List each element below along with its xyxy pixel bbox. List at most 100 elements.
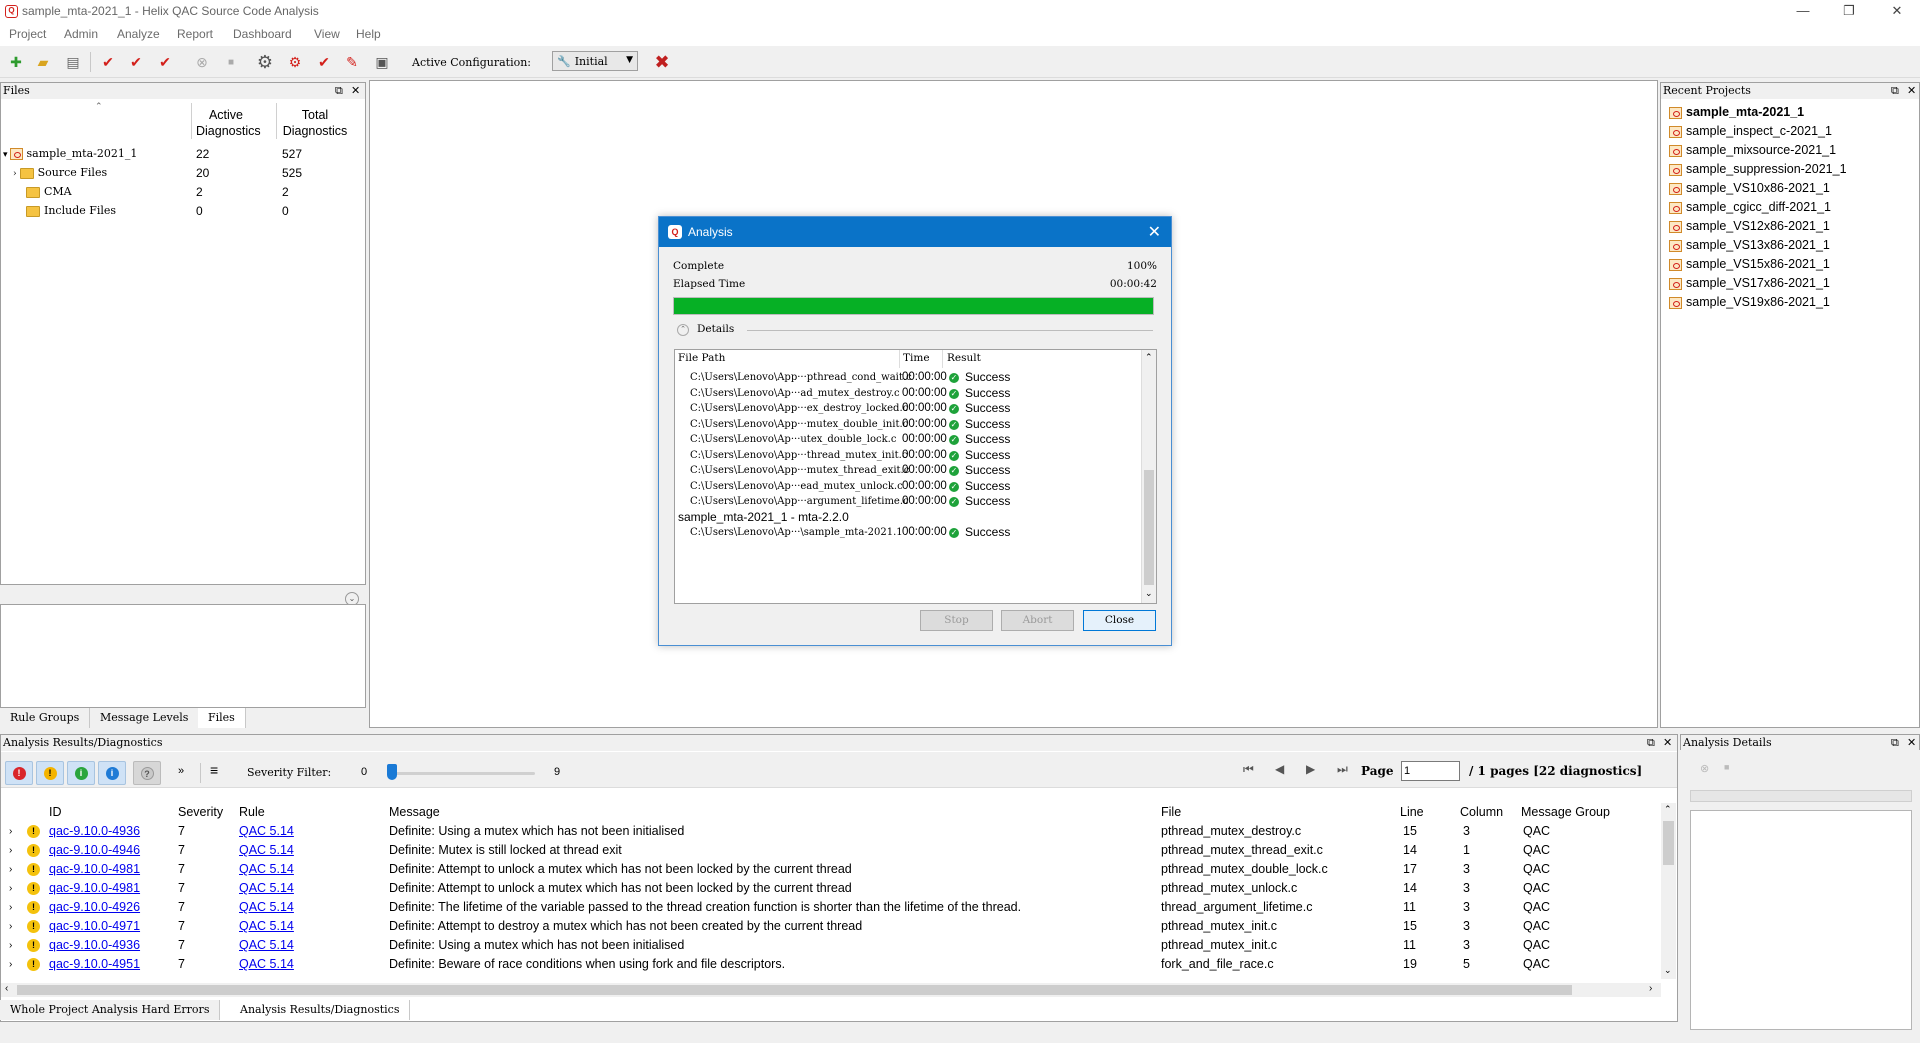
row-rule-link[interactable]: QAC 5.14: [239, 917, 294, 936]
monitor-icon[interactable]: ▣: [372, 52, 392, 72]
row-rule-link[interactable]: QAC 5.14: [239, 955, 294, 974]
recent-project-item[interactable]: sample_VS12x86-2021_1: [1669, 217, 1830, 236]
row-rule-link[interactable]: QAC 5.14: [239, 860, 294, 879]
scroll-down-icon[interactable]: ⌄: [1145, 588, 1153, 599]
filter-info-green-button[interactable]: i: [67, 761, 95, 785]
list-menu-icon[interactable]: ≡: [210, 762, 218, 778]
stop-button[interactable]: Stop: [920, 610, 993, 631]
expand-right-icon[interactable]: ›: [9, 879, 12, 898]
close-icon[interactable]: ✕: [1907, 83, 1916, 99]
filter-unknown-button[interactable]: ?: [133, 761, 161, 785]
col-time[interactable]: Time: [903, 352, 930, 364]
menu-analyze[interactable]: Analyze: [117, 27, 160, 41]
recent-project-item[interactable]: sample_VS17x86-2021_1: [1669, 274, 1830, 293]
float-icon[interactable]: ⧉: [335, 83, 343, 99]
tab-hard-errors[interactable]: Whole Project Analysis Hard Errors: [0, 1000, 221, 1020]
tree-row-project[interactable]: ▾ sample_mta-2021_1 22 527: [3, 145, 363, 163]
row-rule-link[interactable]: QAC 5.14: [239, 936, 294, 955]
stop-icon[interactable]: ■: [221, 52, 241, 72]
last-page-icon[interactable]: ⏭: [1337, 762, 1348, 777]
rule-config-icon[interactable]: ✔: [314, 52, 334, 72]
recent-project-item[interactable]: sample_inspect_c-2021_1: [1669, 122, 1832, 141]
col-line[interactable]: Line: [1400, 803, 1424, 822]
filter-warning-button[interactable]: !: [36, 761, 64, 785]
col-rule[interactable]: Rule: [239, 803, 265, 822]
scrollbar-thumb[interactable]: [1144, 470, 1154, 585]
expand-right-icon[interactable]: ›: [9, 917, 12, 936]
expand-right-icon[interactable]: ›: [9, 936, 12, 955]
float-icon[interactable]: ⧉: [1647, 735, 1655, 751]
component-icon[interactable]: ✎: [342, 52, 362, 72]
cancel-icon[interactable]: ⊗: [192, 52, 212, 72]
col-file[interactable]: File: [1161, 803, 1181, 822]
col-message-group[interactable]: Message Group: [1521, 803, 1610, 822]
menu-admin[interactable]: Admin: [64, 27, 98, 41]
expand-right-icon[interactable]: ›: [9, 860, 12, 879]
scroll-down-icon[interactable]: ⌄: [1664, 965, 1672, 976]
row-rule-link[interactable]: QAC 5.14: [239, 822, 294, 841]
abort-button[interactable]: Abort: [1001, 610, 1074, 631]
col-file-path[interactable]: File Path: [678, 352, 725, 364]
float-icon[interactable]: ⧉: [1891, 83, 1899, 99]
expand-right-icon[interactable]: ›: [9, 955, 12, 974]
tab-files[interactable]: Files: [198, 708, 246, 728]
menu-help[interactable]: Help: [356, 27, 381, 41]
minimize-button[interactable]: —: [1780, 0, 1826, 24]
expand-right-icon[interactable]: ›: [9, 822, 12, 841]
row-id-link[interactable]: qac-9.10.0-4946: [49, 841, 140, 860]
prev-page-icon[interactable]: ◀: [1275, 762, 1284, 776]
table-row[interactable]: ›! qac-9.10.0-4971 7 QAC 5.14 Definite: Atte…: [1, 917, 1661, 936]
recent-project-item[interactable]: sample_VS13x86-2021_1: [1669, 236, 1830, 255]
scrollbar-thumb[interactable]: [1663, 821, 1674, 865]
expand-down-icon[interactable]: ▾: [3, 150, 8, 160]
table-row[interactable]: ›! qac-9.10.0-4981 7 QAC 5.14 Definite: Atte…: [1, 879, 1661, 898]
col-id[interactable]: ID: [49, 803, 62, 822]
cancel-icon[interactable]: ⊗: [1700, 762, 1709, 775]
row-id-link[interactable]: qac-9.10.0-4981: [49, 879, 140, 898]
table-row[interactable]: ›! qac-9.10.0-4926 7 QAC 5.14 Definite: The …: [1, 898, 1661, 917]
open-project-icon[interactable]: ▰: [33, 52, 53, 72]
details-row[interactable]: C:\Users\Lenovo\Ap···\sample_mta-2021.1 0…: [675, 523, 1141, 542]
slider-handle[interactable]: [387, 764, 397, 780]
table-row[interactable]: ›! qac-9.10.0-4981 7 QAC 5.14 Definite: Atte…: [1, 860, 1661, 879]
recent-project-item[interactable]: sample_VS10x86-2021_1: [1669, 179, 1830, 198]
scroll-right-icon[interactable]: ›: [1649, 983, 1652, 994]
col-column[interactable]: Column: [1460, 803, 1503, 822]
tab-analysis-results[interactable]: Analysis Results/Diagnostics: [230, 1000, 411, 1020]
recent-project-item[interactable]: sample_mta-2021_1: [1669, 103, 1804, 122]
row-rule-link[interactable]: QAC 5.14: [239, 841, 294, 860]
details-toggle-icon[interactable]: ⌃: [677, 324, 689, 336]
tools-icon[interactable]: ✖: [652, 52, 672, 72]
tab-message-levels[interactable]: Message Levels: [90, 708, 200, 728]
tree-row-cma[interactable]: CMA 2 2: [26, 183, 363, 201]
row-rule-link[interactable]: QAC 5.14: [239, 898, 294, 917]
scroll-left-icon[interactable]: ‹: [5, 983, 8, 994]
active-config-select[interactable]: 🔧 Initial ▼: [552, 51, 638, 71]
recent-project-item[interactable]: sample_mixsource-2021_1: [1669, 141, 1836, 160]
col-message[interactable]: Message: [389, 803, 440, 822]
analyze-selected-icon[interactable]: ✔: [155, 52, 175, 72]
scroll-up-icon[interactable]: ⌃: [1664, 804, 1672, 815]
recent-project-item[interactable]: sample_VS15x86-2021_1: [1669, 255, 1830, 274]
config-check-icon[interactable]: ⚙: [285, 52, 305, 72]
col-active-diagnostics[interactable]: Active Diagnostics: [196, 107, 261, 139]
stop-icon[interactable]: ■: [1724, 762, 1729, 772]
row-rule-link[interactable]: QAC 5.14: [239, 879, 294, 898]
page-input[interactable]: [1401, 761, 1460, 781]
tree-row-include-files[interactable]: Include Files 0 0: [26, 202, 363, 220]
save-icon[interactable]: ▤: [63, 52, 83, 72]
close-icon[interactable]: ✕: [1663, 735, 1672, 751]
table-row[interactable]: ›! qac-9.10.0-4936 7 QAC 5.14 Definite: Usin…: [1, 936, 1661, 955]
table-row[interactable]: ›! qac-9.10.0-4946 7 QAC 5.14 Definite: Mute…: [1, 841, 1661, 860]
float-icon[interactable]: ⧉: [1891, 735, 1899, 751]
next-page-icon[interactable]: ▶: [1306, 762, 1315, 776]
expand-right-icon[interactable]: ›: [9, 841, 12, 860]
row-id-link[interactable]: qac-9.10.0-4981: [49, 860, 140, 879]
col-severity[interactable]: Severity: [178, 803, 223, 822]
recent-project-item[interactable]: sample_VS19x86-2021_1: [1669, 293, 1830, 312]
filter-error-button[interactable]: !: [5, 761, 33, 785]
results-vscrollbar[interactable]: ⌃ ⌄: [1661, 803, 1676, 979]
severity-slider[interactable]: [387, 764, 535, 780]
hscroll-thumb[interactable]: [17, 985, 1572, 995]
table-row[interactable]: ›! qac-9.10.0-4951 7 QAC 5.14 Definite: Bewa…: [1, 955, 1661, 974]
